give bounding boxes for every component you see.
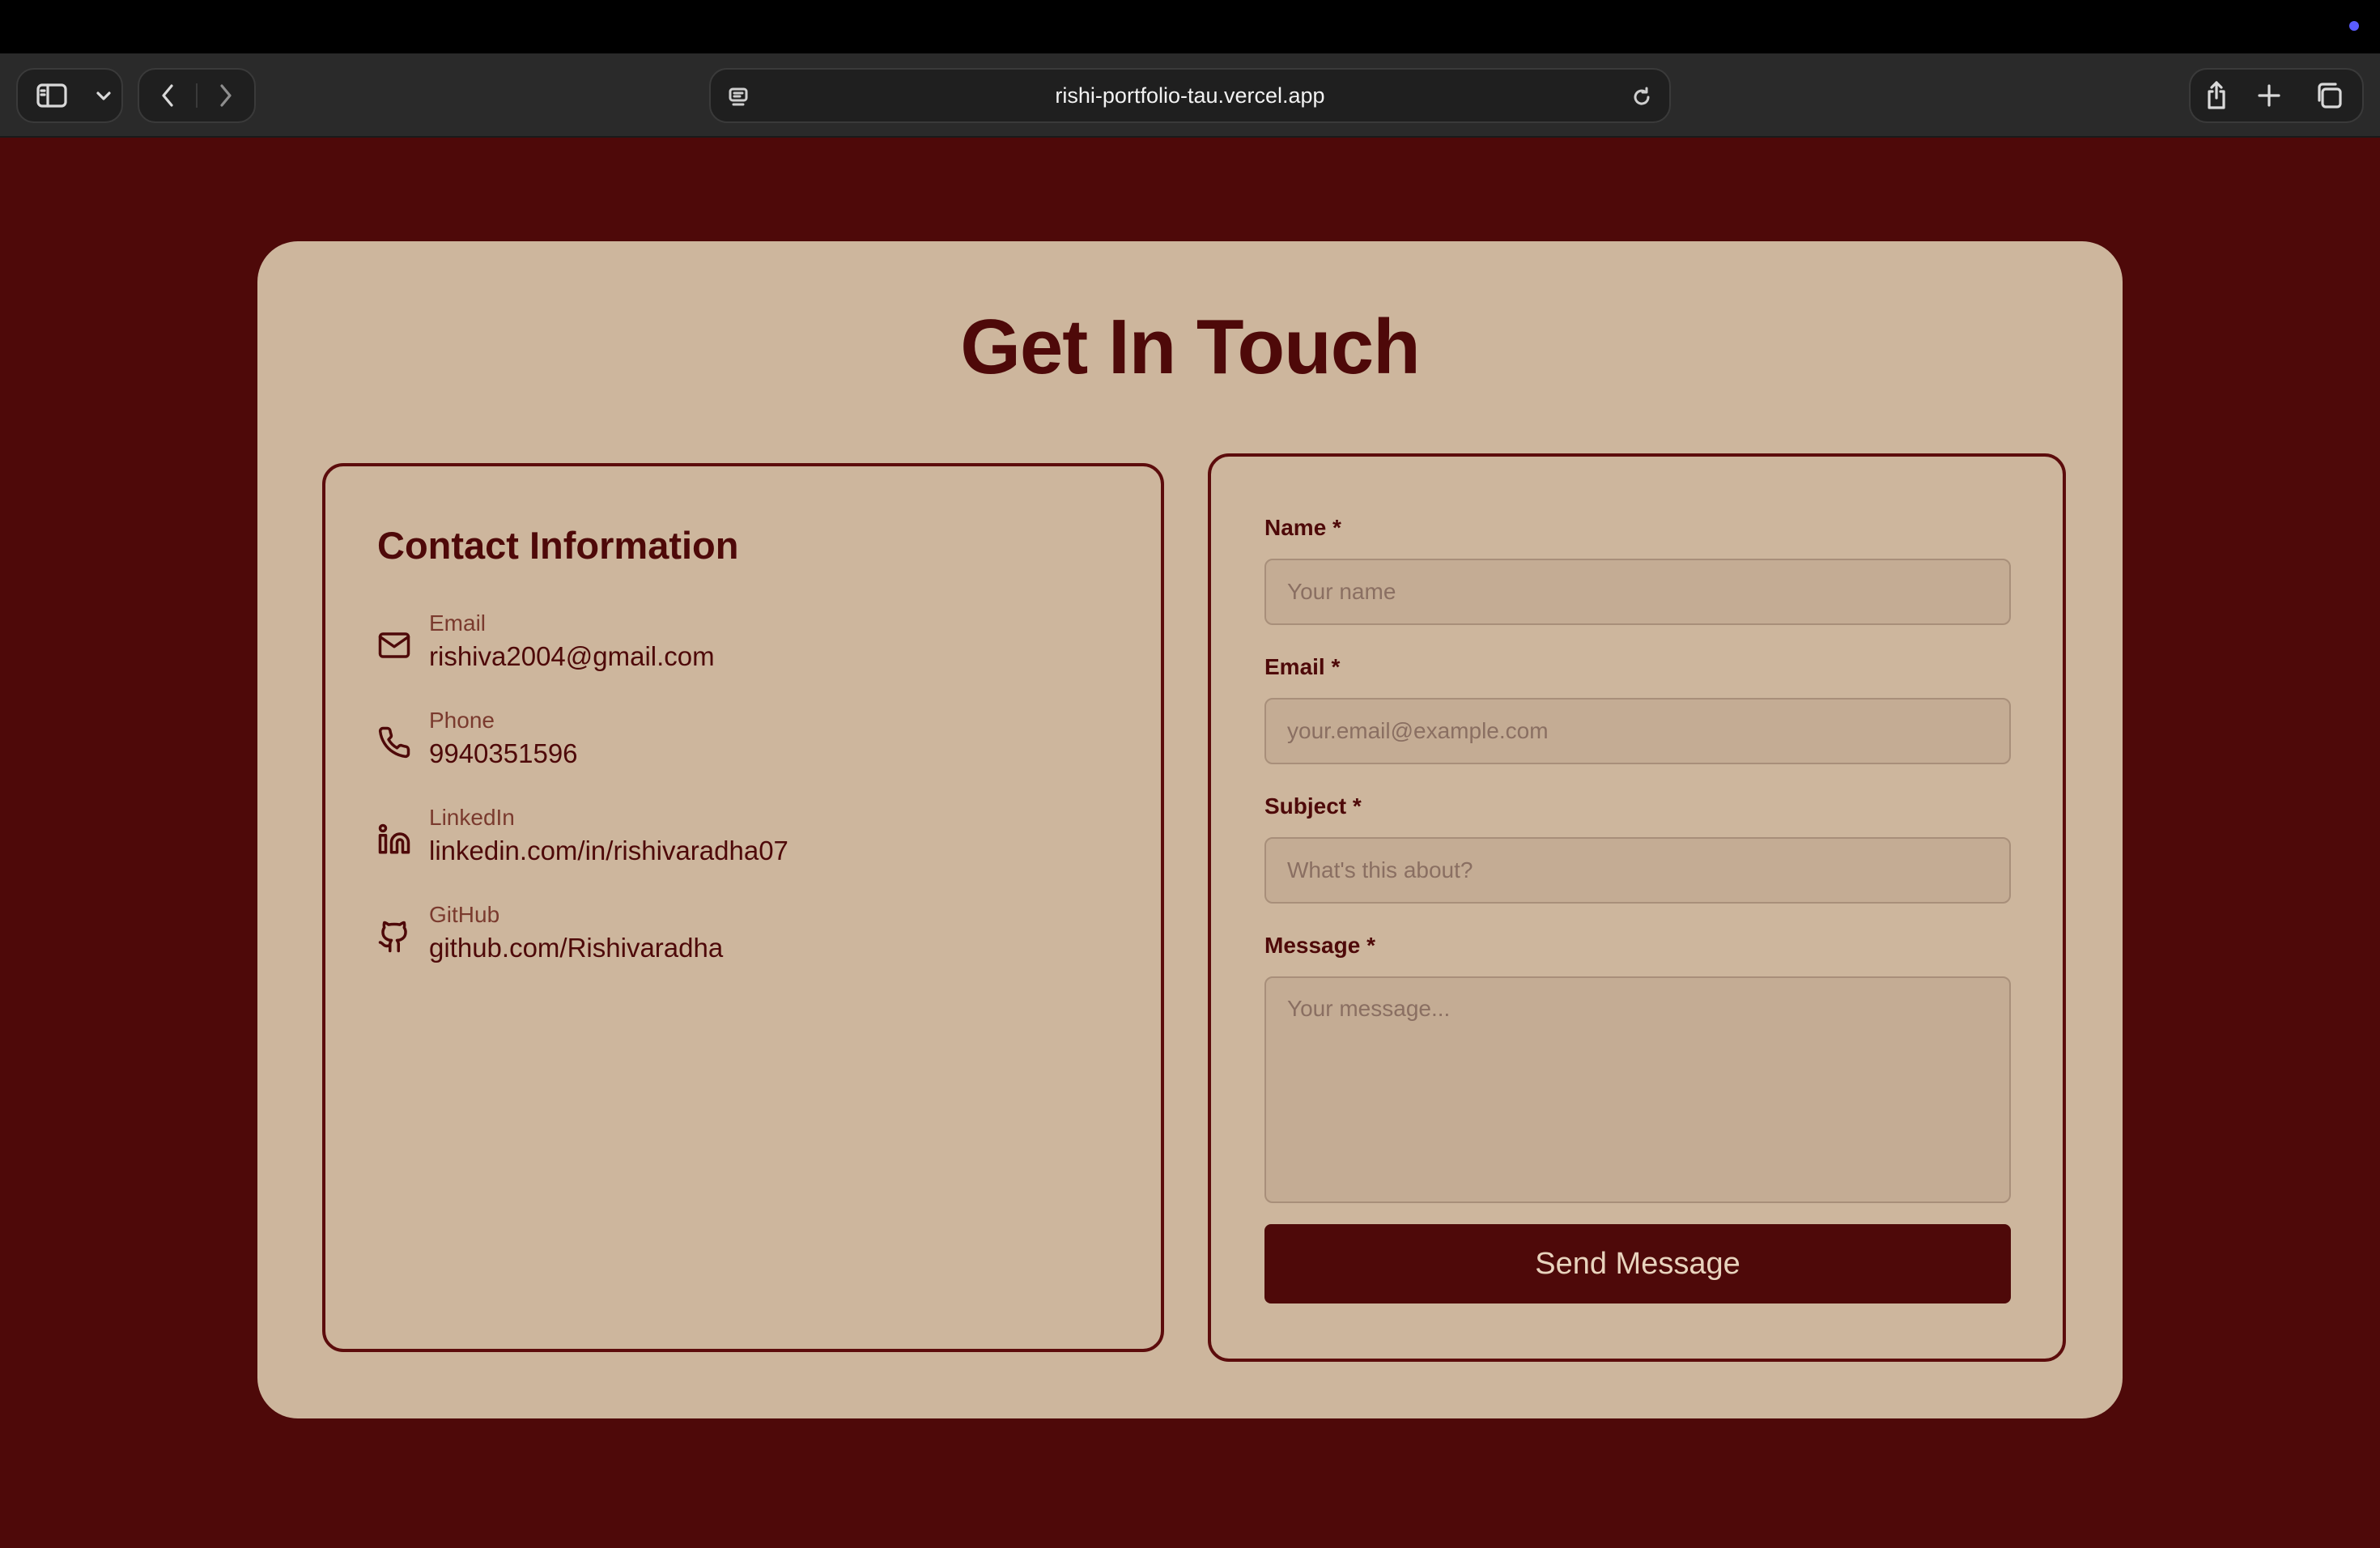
share-icon — [2208, 81, 2225, 109]
phone-link[interactable]: 9940351596 — [429, 738, 578, 769]
name-input[interactable] — [1264, 559, 2011, 625]
mail-icon — [377, 628, 411, 662]
contact-item-email: Email rishiva2004@gmail.com — [377, 610, 1106, 691]
contact-info-panel: Contact Information Email rishiva2004@gm… — [322, 463, 1164, 1352]
contact-item-phone: Phone 9940351596 — [377, 708, 1106, 789]
contact-item-linkedin: LinkedIn linkedin.com/in/rishivaradha07 — [377, 805, 1106, 886]
forward-button[interactable] — [198, 70, 254, 121]
subject-input[interactable] — [1264, 837, 2011, 904]
address-bar[interactable]: rishi-portfolio-tau.vercel.app — [709, 68, 1671, 123]
sidebar-toggle-button[interactable] — [18, 70, 86, 121]
name-label: Name * — [1264, 515, 1341, 540]
contact-item-label: LinkedIn — [429, 805, 515, 830]
subject-label: Subject * — [1264, 793, 1362, 819]
share-button[interactable] — [2189, 68, 2242, 123]
reader-icon — [729, 87, 748, 106]
contact-form: Name * Email * Subject * Message * Send … — [1208, 453, 2066, 1362]
github-icon — [377, 920, 411, 954]
system-menu-bar — [0, 0, 2380, 53]
contact-item-label: Phone — [429, 708, 495, 733]
message-label: Message * — [1264, 933, 1375, 958]
contact-item-label: Email — [429, 610, 487, 636]
back-button[interactable] — [139, 70, 196, 121]
github-link[interactable]: github.com/Rishivaradha — [429, 933, 723, 963]
tabs-icon — [2318, 83, 2342, 108]
contact-item-label: GitHub — [429, 902, 500, 927]
phone-icon — [377, 725, 411, 759]
plus-icon — [2258, 84, 2280, 107]
navigation-controls — [138, 68, 256, 123]
email-input[interactable] — [1264, 698, 2011, 764]
contact-section-card: Get In Touch Contact Information Email r… — [257, 241, 2123, 1418]
browser-toolbar: rishi-portfolio-tau.vercel.app — [0, 53, 2380, 138]
email-link[interactable]: rishiva2004@gmail.com — [429, 641, 715, 672]
new-tab-button[interactable] — [2242, 68, 2296, 123]
linkedin-link[interactable]: linkedin.com/in/rishivaradha07 — [429, 836, 788, 866]
send-message-button[interactable]: Send Message — [1264, 1224, 2011, 1303]
chevron-down-icon — [96, 91, 111, 100]
chevron-left-icon — [162, 84, 173, 107]
tab-overview-button[interactable] — [2296, 68, 2364, 123]
contact-item-github: GitHub github.com/Rishivaradha — [377, 902, 1106, 983]
contact-info-title: Contact Information — [377, 524, 739, 567]
reload-button[interactable] — [1626, 83, 1658, 112]
page-menu-icon[interactable] — [722, 83, 754, 112]
chevron-right-icon — [220, 84, 232, 107]
sidebar-menu-button[interactable] — [86, 70, 121, 121]
linkedin-icon — [377, 823, 411, 857]
status-dot — [2349, 21, 2359, 31]
message-textarea[interactable] — [1264, 976, 2011, 1203]
sidebar-controls — [16, 68, 123, 123]
email-label: Email * — [1264, 654, 1341, 679]
sidebar-icon — [36, 83, 67, 108]
reload-icon — [1634, 87, 1650, 105]
page-title: Get In Touch — [960, 304, 1421, 390]
url-text[interactable]: rishi-portfolio-tau.vercel.app — [1055, 83, 1324, 108]
